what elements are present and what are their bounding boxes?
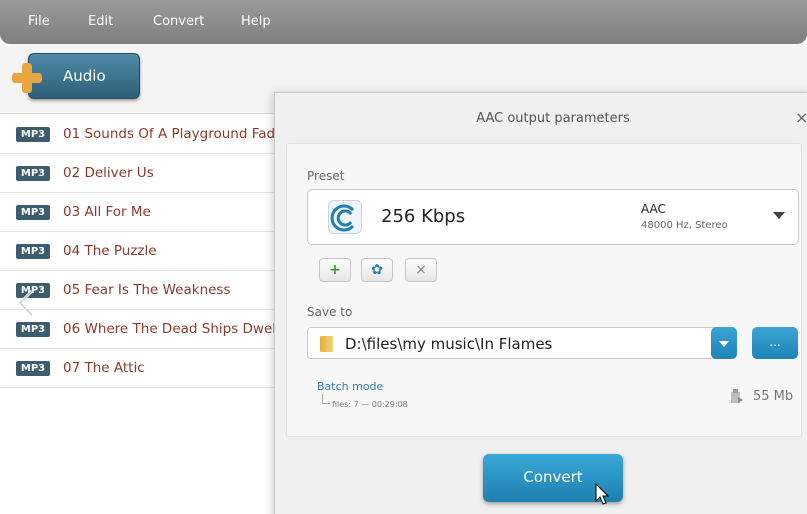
- dialog-title: AAC output parameters: [476, 111, 630, 126]
- file-row[interactable]: MP3 01 Sounds Of A Playground Fading: [0, 115, 276, 154]
- output-size: 55 Mb: [753, 389, 794, 404]
- plus-icon[interactable]: [12, 63, 42, 93]
- file-name: 02 Deliver Us: [63, 165, 154, 181]
- parameters-panel: Preset 256 Kbps AAC 48000 Hz, Stereo + ✿…: [286, 143, 802, 437]
- preset-details: 48000 Hz, Stereo: [641, 220, 728, 231]
- menu-edit[interactable]: Edit: [88, 14, 113, 29]
- batch-mode-link[interactable]: Batch mode: [317, 380, 383, 393]
- mp3-badge: MP3: [16, 244, 50, 259]
- preset-label: Preset: [307, 169, 345, 183]
- chevron-down-icon: [773, 212, 785, 219]
- chevron-down-icon: [719, 341, 729, 347]
- batch-info: files: 7 — 00:29:08: [332, 400, 408, 409]
- save-path-text: D:\files\my music\In Flames: [345, 335, 553, 353]
- menu-help[interactable]: Help: [241, 14, 271, 29]
- file-name: 04 The Puzzle: [63, 243, 157, 259]
- aac-output-dialog: AAC output parameters × Preset 256 Kbps …: [274, 92, 807, 514]
- preset-codec: AAC: [641, 202, 666, 216]
- aac-format-icon: [328, 200, 362, 234]
- tree-connector: [322, 394, 330, 404]
- save-to-label: Save to: [307, 305, 353, 319]
- file-name: 07 The Attic: [63, 360, 145, 376]
- file-size-icon: [731, 389, 743, 403]
- add-preset-button[interactable]: +: [319, 258, 351, 282]
- file-row[interactable]: MP3 03 All For Me: [0, 193, 276, 232]
- file-row[interactable]: MP3 06 Where The Dead Ships Dwell: [0, 310, 276, 349]
- menu-convert[interactable]: Convert: [153, 14, 204, 29]
- settings-icon[interactable]: ✿: [361, 258, 393, 282]
- file-name: 01 Sounds Of A Playground Fading: [63, 126, 276, 142]
- menu-file[interactable]: File: [28, 14, 50, 29]
- mp3-badge: MP3: [16, 361, 50, 376]
- menu-bar: File Edit Convert Help: [0, 0, 807, 44]
- save-path-input[interactable]: D:\files\my music\In Flames: [307, 327, 717, 359]
- file-row[interactable]: MP3 04 The Puzzle: [0, 232, 276, 271]
- preset-name: 256 Kbps: [381, 206, 466, 227]
- file-row[interactable]: MP3 07 The Attic: [0, 349, 276, 388]
- mp3-badge: MP3: [16, 205, 50, 220]
- delete-preset-button[interactable]: ×: [405, 258, 437, 282]
- add-audio-label: Audio: [63, 67, 106, 85]
- save-path-dropdown-button[interactable]: [711, 327, 737, 359]
- file-name: 05 Fear Is The Weakness: [63, 282, 231, 298]
- file-row[interactable]: MP3 05 Fear Is The Weakness: [0, 271, 276, 310]
- browse-button[interactable]: ...: [752, 327, 798, 359]
- mp3-badge: MP3: [16, 127, 50, 142]
- file-name: 03 All For Me: [63, 204, 151, 220]
- mp3-badge: MP3: [16, 166, 50, 181]
- mouse-cursor-icon: [595, 483, 610, 505]
- folder-icon: [320, 336, 333, 352]
- close-icon[interactable]: ×: [795, 108, 807, 127]
- chevron-left-icon[interactable]: [14, 288, 38, 318]
- file-name: 06 Where The Dead Ships Dwell: [63, 321, 276, 337]
- add-audio-button[interactable]: Audio: [28, 53, 140, 99]
- file-row[interactable]: MP3 02 Deliver Us: [0, 154, 276, 193]
- preset-select[interactable]: 256 Kbps AAC 48000 Hz, Stereo: [307, 189, 799, 245]
- mp3-badge: MP3: [16, 322, 50, 337]
